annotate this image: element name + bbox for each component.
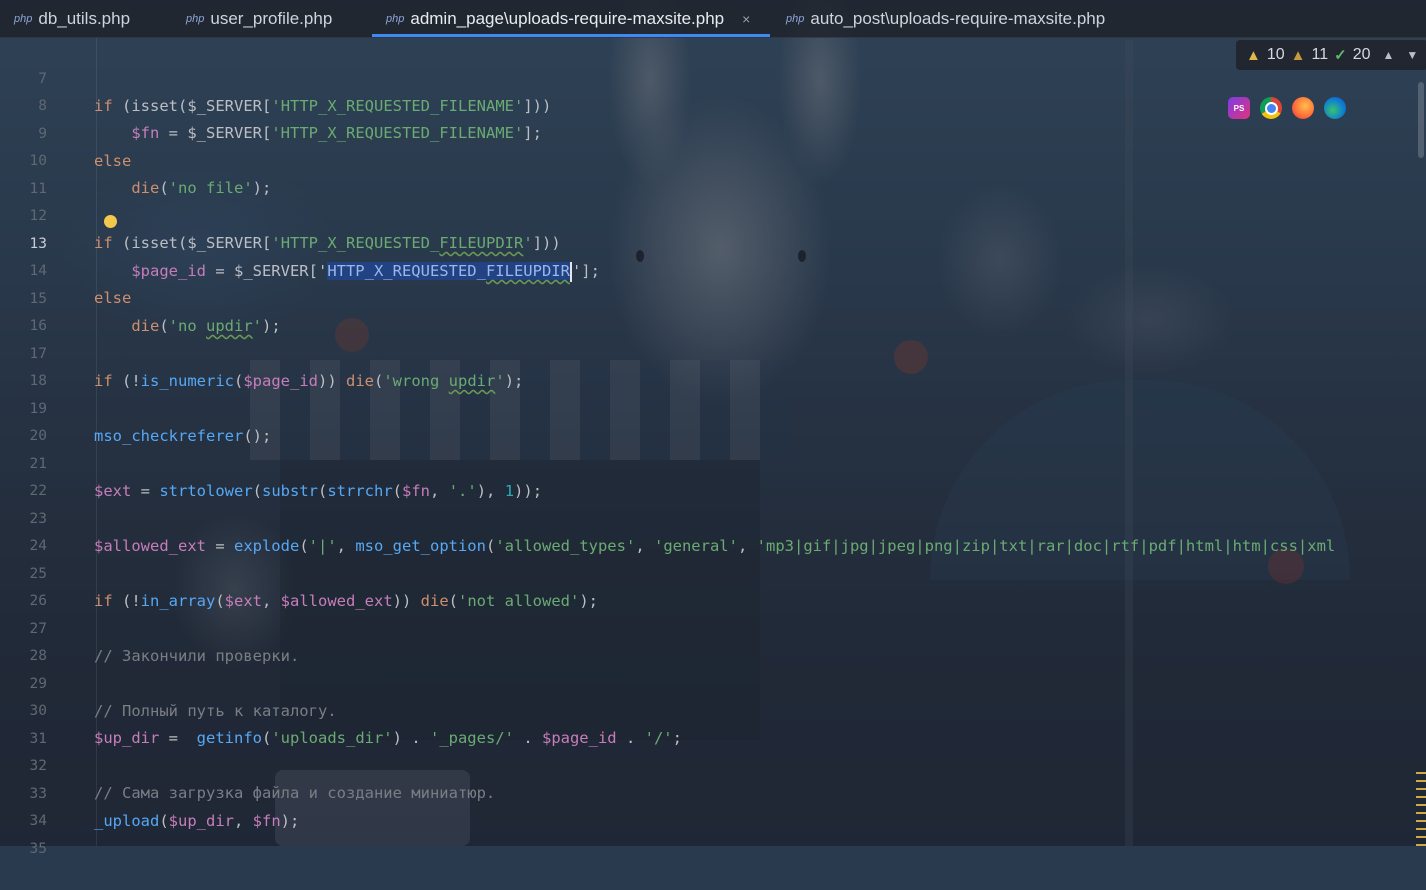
check-icon: ✓ xyxy=(1334,47,1347,64)
phpstorm-icon[interactable]: PS xyxy=(1228,97,1250,119)
code-line[interactable]: 35 xyxy=(0,809,47,857)
ok-count: 20 xyxy=(1352,46,1371,63)
inspection-widget[interactable]: ▲ 10 ▲ 11 ✓ 20 ▲ ▼ xyxy=(1236,40,1426,70)
code-line[interactable]: 30 $up_dir = getinfo('uploads_dir') . '_… xyxy=(0,671,682,747)
weak-warning-count: 11 xyxy=(1311,46,1329,63)
code-line[interactable]: 23 $allowed_ext = explode('|', mso_get_o… xyxy=(0,479,1336,555)
php-file-icon: php xyxy=(186,12,205,25)
firefox-icon[interactable] xyxy=(1292,97,1314,119)
warning-icon: ▲ xyxy=(1246,46,1261,64)
code-line-current[interactable]: 13 $page_id = $_SERVER['HTTP_X_REQUESTED… xyxy=(0,204,600,282)
tab-label: db_utils.php xyxy=(38,8,131,28)
code-line[interactable]: 7 if (isset($_SERVER['HTTP_X_REQUESTED_F… xyxy=(0,39,551,115)
error-stripe-marks[interactable] xyxy=(1416,772,1426,846)
tab-user-profile[interactable]: php user_profile.php xyxy=(186,0,332,37)
code-line[interactable]: 33 _upload($up_dir, $fn); xyxy=(0,754,300,830)
weak-warning-icon: ▲ xyxy=(1290,46,1306,64)
line-number: 35 xyxy=(29,841,47,857)
code-line[interactable]: 25 if (!in_array($ext, $allowed_ext)) di… xyxy=(0,534,598,610)
php-file-icon: php xyxy=(386,12,405,25)
code-line[interactable]: 20 xyxy=(0,396,47,444)
chrome-icon[interactable] xyxy=(1260,97,1282,119)
code-line[interactable]: 32 // Сама загрузка файла и создание мин… xyxy=(0,726,496,802)
code-line[interactable]: 14 else xyxy=(0,231,132,307)
code-line[interactable]: 8 $fn = $_SERVER['HTTP_X_REQUESTED_FILEN… xyxy=(0,66,542,142)
code-line[interactable]: 34 xyxy=(0,781,47,829)
lightbulb-icon[interactable] xyxy=(104,215,117,228)
close-icon[interactable]: × xyxy=(742,11,750,27)
editor-tab-bar: php db_utils.php php user_profile.php ph… xyxy=(0,0,1426,38)
browser-preview-bar: PS xyxy=(1228,97,1346,119)
code-line[interactable]: 12 if (isset($_SERVER['HTTP_X_REQUESTED_… xyxy=(0,176,561,252)
warning-count: 10 xyxy=(1266,46,1285,63)
code-line[interactable]: 19 mso_checkreferer(); xyxy=(0,369,272,445)
php-file-icon: php xyxy=(786,12,805,25)
tab-auto-post-uploads[interactable]: php auto_post\uploads-require-maxsite.ph… xyxy=(786,0,1105,37)
code-editor[interactable]: 7 if (isset($_SERVER['HTTP_X_REQUESTED_F… xyxy=(0,38,1426,857)
code-line[interactable]: 29 // Полный путь к каталогу. xyxy=(0,644,337,720)
code-line[interactable]: 15 die('no updir'); xyxy=(0,259,281,335)
tab-label: admin_page\uploads-require-maxsite.php xyxy=(410,8,725,28)
chevron-down-icon[interactable]: ▼ xyxy=(1406,48,1418,62)
edge-icon[interactable] xyxy=(1324,97,1346,119)
selected-text[interactable]: HTTP_X_REQUESTED_FILEUPDIR xyxy=(327,262,570,280)
tab-admin-page-uploads[interactable]: php admin_page\uploads-require-maxsite.p… xyxy=(371,0,771,37)
tab-db-utils[interactable]: php db_utils.php xyxy=(14,0,130,37)
tab-label: auto_post\uploads-require-maxsite.php xyxy=(810,8,1106,28)
code-line[interactable]: 31 xyxy=(0,699,47,747)
code-line[interactable]: 24 xyxy=(0,506,47,554)
code-line[interactable]: 22 xyxy=(0,451,47,499)
code-line[interactable]: 9 else xyxy=(0,94,131,170)
code-line[interactable]: 28 xyxy=(0,616,47,664)
code-line[interactable]: 26 xyxy=(0,561,47,609)
code-line[interactable]: 10 die('no file'); xyxy=(0,121,272,197)
vertical-scrollbar[interactable] xyxy=(1418,82,1424,158)
php-file-icon: php xyxy=(14,12,33,25)
code-line[interactable]: 21 $ext = strtolower(substr(strrchr($fn,… xyxy=(0,424,543,500)
code-line[interactable]: 11 xyxy=(0,149,47,197)
chevron-up-icon[interactable]: ▲ xyxy=(1383,48,1395,62)
code-line[interactable]: 16 xyxy=(0,286,47,334)
code-line[interactable]: 27 // Закончили проверки. xyxy=(0,589,300,665)
code-line[interactable]: 18 xyxy=(0,341,47,389)
code-line[interactable]: 17 if (!is_numeric($page_id)) die('wrong… xyxy=(0,314,524,390)
tab-label: user_profile.php xyxy=(210,8,333,28)
